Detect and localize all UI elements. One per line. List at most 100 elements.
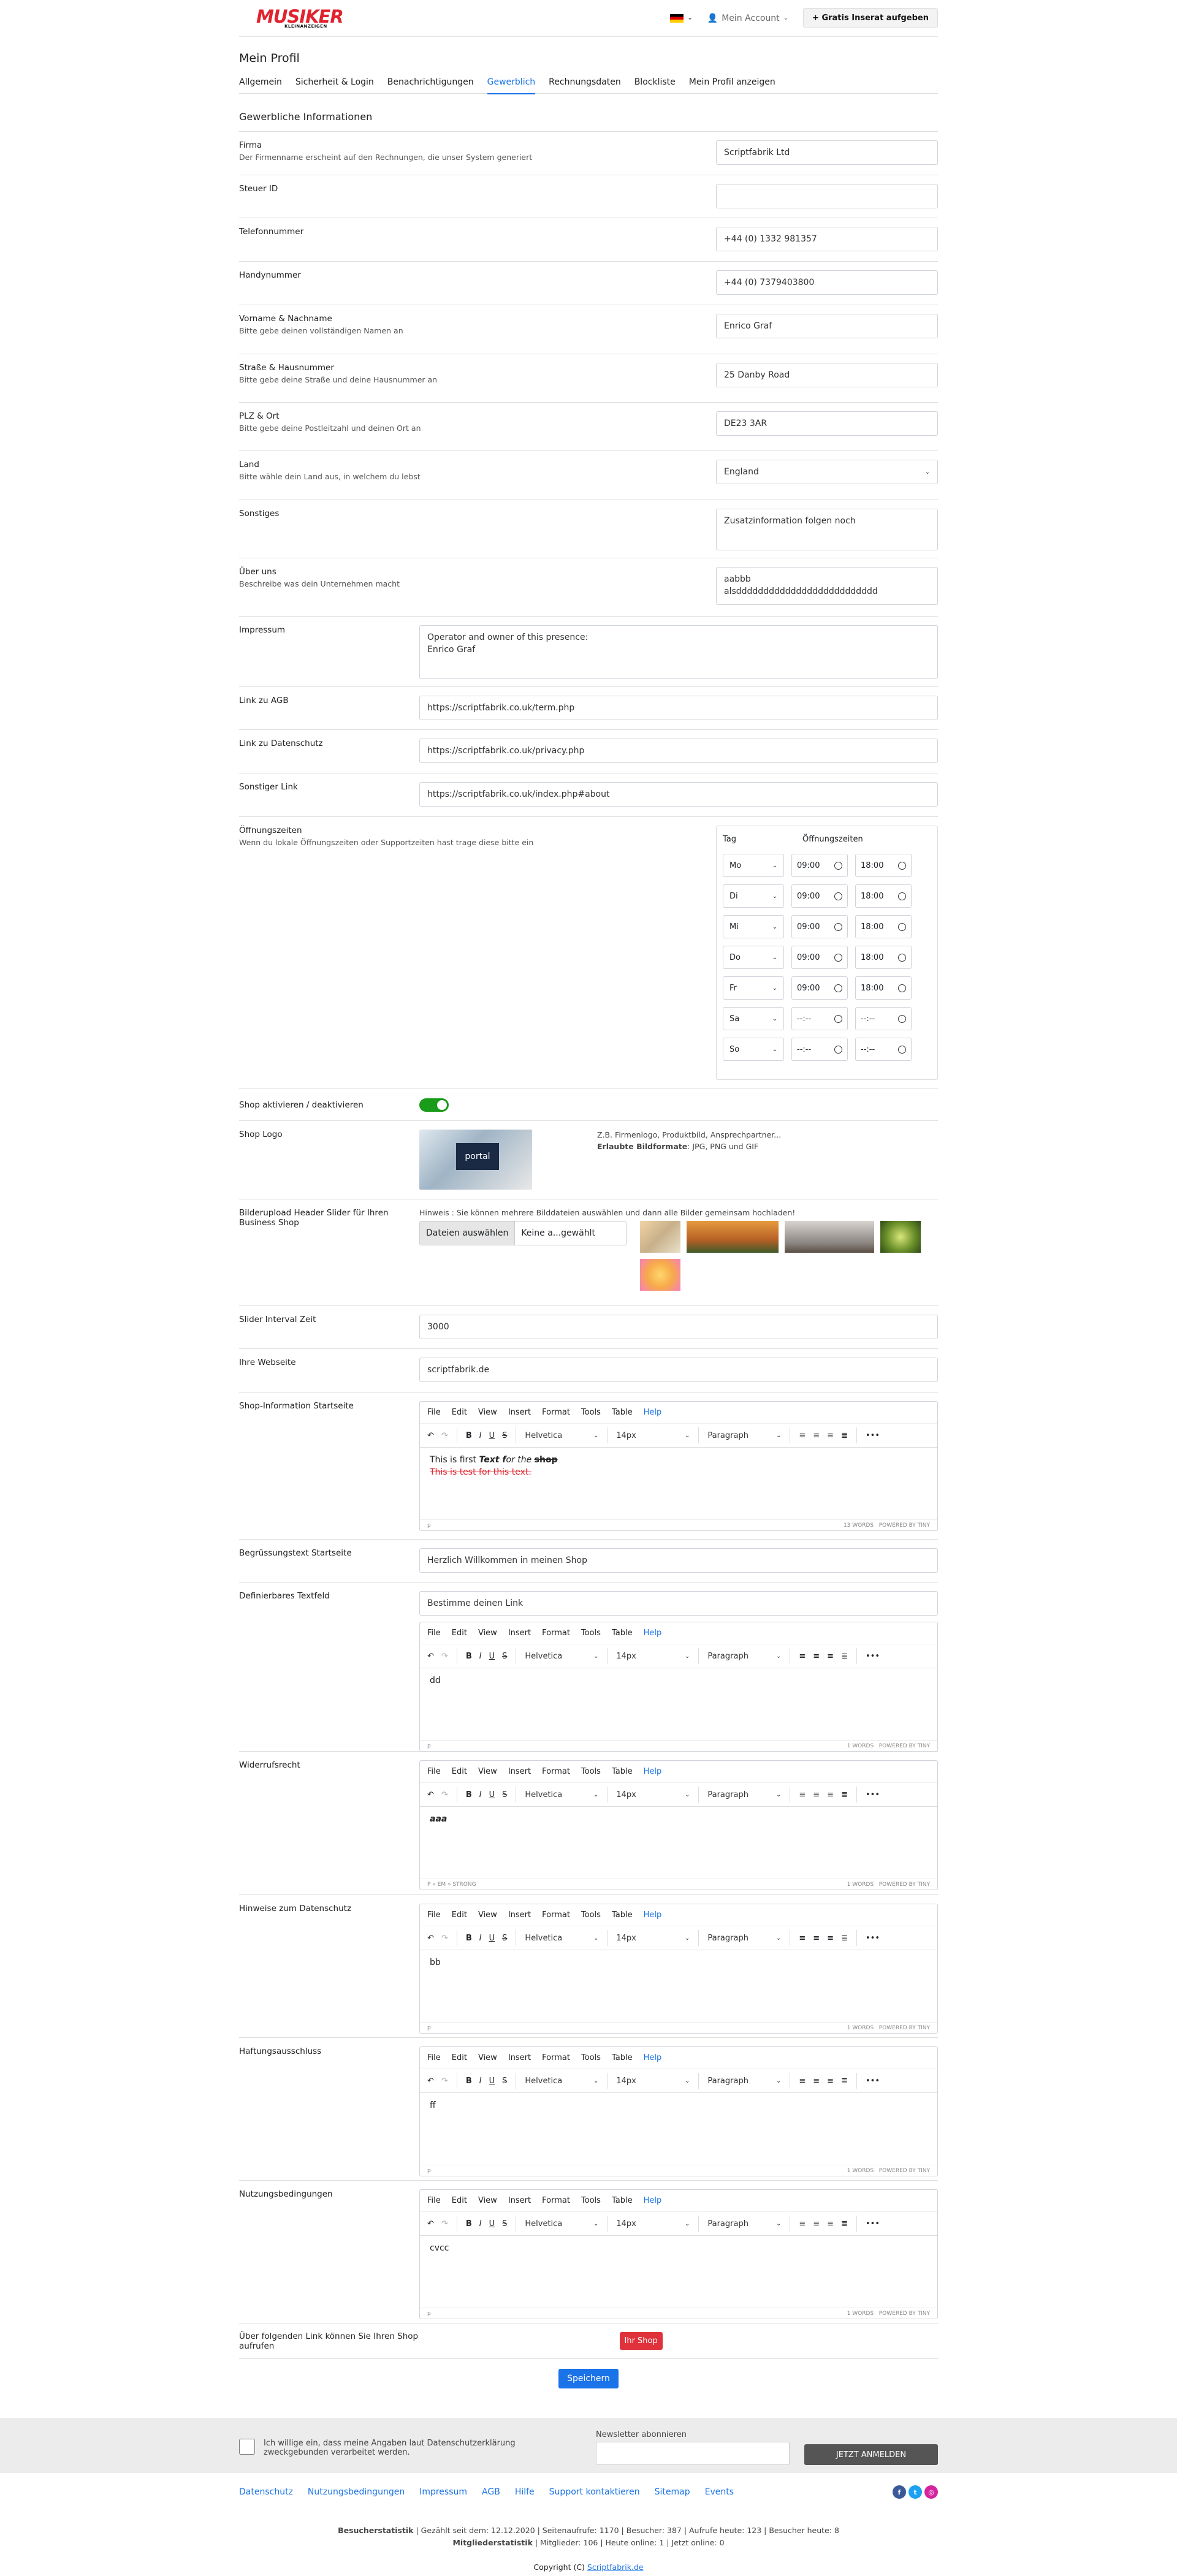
italic-icon[interactable]: I	[479, 2076, 482, 2086]
name-input[interactable]: Enrico Graf	[716, 314, 938, 338]
editor-menu-item[interactable]: Table	[612, 1408, 633, 1417]
more-icon[interactable]: •••	[866, 2219, 880, 2228]
undo-icon[interactable]: ↶	[427, 2076, 434, 2086]
undo-icon[interactable]: ↶	[427, 1790, 434, 1799]
time-from-input[interactable]: 09:00	[791, 946, 848, 969]
align-right-icon[interactable]: ≡	[827, 1652, 834, 1661]
copyright-link[interactable]: Scriptfabrik.de	[587, 2563, 644, 2572]
editor-menu-item[interactable]: Tools	[581, 1910, 601, 1920]
align-left-icon[interactable]: ≡	[799, 1934, 806, 1943]
editor-menu-item[interactable]: Edit	[452, 2196, 467, 2205]
bold-icon[interactable]: B	[466, 1652, 472, 1661]
site-logo[interactable]: MUSIKER KLEINANZEIGEN	[239, 7, 344, 29]
widerruf-content[interactable]: aaa	[420, 1807, 937, 1874]
custom-field-content[interactable]: dd	[420, 1668, 937, 1736]
slider-thumb[interactable]	[687, 1221, 779, 1253]
tab-profil-anzeigen[interactable]: Mein Profil anzeigen	[689, 77, 775, 89]
editor-menu-item[interactable]: Edit	[452, 1910, 467, 1920]
footer-link[interactable]: Nutzungsbedingungen	[308, 2487, 405, 2497]
undo-icon[interactable]: ↶	[427, 2219, 434, 2228]
align-justify-icon[interactable]: ≣	[841, 1934, 848, 1943]
save-button[interactable]: Speichern	[558, 2369, 619, 2388]
plz-input[interactable]: DE23 3AR	[716, 411, 938, 436]
bold-icon[interactable]: B	[466, 1934, 472, 1943]
editor-menu-item[interactable]: Edit	[452, 1408, 467, 1417]
widerruf-editor[interactable]: File Edit View Insert Format Tools Table Help ↶ ↷…	[419, 1760, 938, 1890]
align-center-icon[interactable]: ≡	[813, 1790, 820, 1799]
align-left-icon[interactable]: ≡	[799, 2219, 806, 2228]
font-size-select[interactable]: 14px ⌄	[616, 1431, 690, 1440]
time-to-input[interactable]: --:--	[855, 1038, 912, 1061]
editor-menu-item[interactable]: Insert	[508, 1767, 531, 1776]
consent-checkbox[interactable]	[239, 2438, 255, 2455]
align-left-icon[interactable]: ≡	[799, 1431, 806, 1440]
footer-link[interactable]: Sitemap	[655, 2487, 690, 2497]
editor-menu-item[interactable]: Tools	[581, 2053, 601, 2062]
editor-menu-item[interactable]: Tools	[581, 2196, 601, 2205]
strasse-input[interactable]: 25 Danby Road	[716, 363, 938, 387]
more-icon[interactable]: •••	[866, 1790, 880, 1799]
editor-menu-item[interactable]: Help	[644, 2053, 662, 2062]
editor-menu-item[interactable]: Table	[612, 1910, 633, 1920]
day-select[interactable]: Do ⌄	[723, 946, 784, 969]
footer-link[interactable]: Hilfe	[515, 2487, 535, 2497]
block-format-select[interactable]: Paragraph ⌄	[707, 1652, 781, 1661]
redo-icon[interactable]: ↷	[441, 1652, 448, 1661]
editor-menu-item[interactable]: Insert	[508, 2053, 531, 2062]
block-format-select[interactable]: Paragraph ⌄	[707, 1934, 781, 1943]
twitter-icon[interactable]: t	[908, 2485, 922, 2499]
newsletter-subscribe-button[interactable]: JETZT ANMELDEN	[804, 2444, 938, 2465]
underline-icon[interactable]: U	[489, 2219, 495, 2228]
day-select[interactable]: Sa ⌄	[723, 1007, 784, 1030]
day-select[interactable]: Fr ⌄	[723, 976, 784, 1000]
editor-menu-item[interactable]: File	[427, 1767, 441, 1776]
footer-link[interactable]: Support kontaktieren	[549, 2487, 640, 2497]
align-left-icon[interactable]: ≡	[799, 1790, 806, 1799]
time-to-input[interactable]: 18:00	[855, 976, 912, 1000]
sonstiges-textarea[interactable]: Zusatzinformation folgen noch	[716, 509, 938, 550]
more-icon[interactable]: •••	[866, 1431, 880, 1440]
bold-icon[interactable]: B	[466, 2219, 472, 2228]
day-select[interactable]: Mi ⌄	[723, 915, 784, 938]
italic-icon[interactable]: I	[479, 2219, 482, 2228]
undo-icon[interactable]: ↶	[427, 1431, 434, 1440]
editor-menu-item[interactable]: Help	[644, 1628, 662, 1638]
impressum-textarea[interactable]: Operator and owner of this presence: Enr…	[419, 625, 938, 679]
underline-icon[interactable]: U	[489, 1431, 495, 1440]
editor-menu-item[interactable]: Format	[542, 2053, 570, 2062]
italic-icon[interactable]: I	[479, 1652, 482, 1661]
block-format-select[interactable]: Paragraph ⌄	[707, 2076, 781, 2086]
editor-menu-item[interactable]: Help	[644, 2196, 662, 2205]
block-format-select[interactable]: Paragraph ⌄	[707, 1790, 781, 1799]
editor-menu-item[interactable]: Format	[542, 2196, 570, 2205]
editor-menu-item[interactable]: Format	[542, 1408, 570, 1417]
hinweise-editor[interactable]: File Edit View Insert Format Tools Table Help ↶ ↷…	[419, 1904, 938, 2034]
undo-icon[interactable]: ↶	[427, 1934, 434, 1943]
editor-menu-item[interactable]: Help	[644, 1767, 662, 1776]
redo-icon[interactable]: ↷	[441, 1934, 448, 1943]
align-justify-icon[interactable]: ≣	[841, 2219, 848, 2228]
shop-toggle[interactable]	[419, 1098, 449, 1112]
editor-menu-item[interactable]: Insert	[508, 2196, 531, 2205]
align-center-icon[interactable]: ≡	[813, 1934, 820, 1943]
nutzung-content[interactable]: cvcc	[420, 2236, 937, 2303]
editor-menu-item[interactable]: File	[427, 1408, 441, 1417]
align-center-icon[interactable]: ≡	[813, 1652, 820, 1661]
strikethrough-icon[interactable]: S	[502, 1652, 507, 1661]
post-ad-button[interactable]: + Gratis Inserat aufgeben	[803, 8, 938, 28]
ueber-textarea[interactable]: aabbb alsdddddddddddddddddddddddddd	[716, 567, 938, 605]
editor-menu-item[interactable]: View	[478, 2196, 497, 2205]
font-family-select[interactable]: Helvetica ⌄	[525, 1431, 598, 1440]
greeting-input[interactable]: Herzlich Willkommen in meinen Shop	[419, 1548, 938, 1573]
time-to-input[interactable]: 18:00	[855, 854, 912, 877]
shop-info-content[interactable]: This is first Text for the shop This is …	[420, 1448, 937, 1515]
font-family-select[interactable]: Helvetica ⌄	[525, 2076, 598, 2086]
hinweise-content[interactable]: bb	[420, 1950, 937, 2018]
slider-thumb[interactable]	[880, 1221, 921, 1253]
time-to-input[interactable]: 18:00	[855, 915, 912, 938]
underline-icon[interactable]: U	[489, 2076, 495, 2086]
strikethrough-icon[interactable]: S	[502, 1790, 507, 1799]
file-choose-button[interactable]: Dateien auswählen	[420, 1222, 516, 1245]
editor-menu-item[interactable]: File	[427, 1910, 441, 1920]
website-input[interactable]: scriptfabrik.de	[419, 1358, 938, 1382]
